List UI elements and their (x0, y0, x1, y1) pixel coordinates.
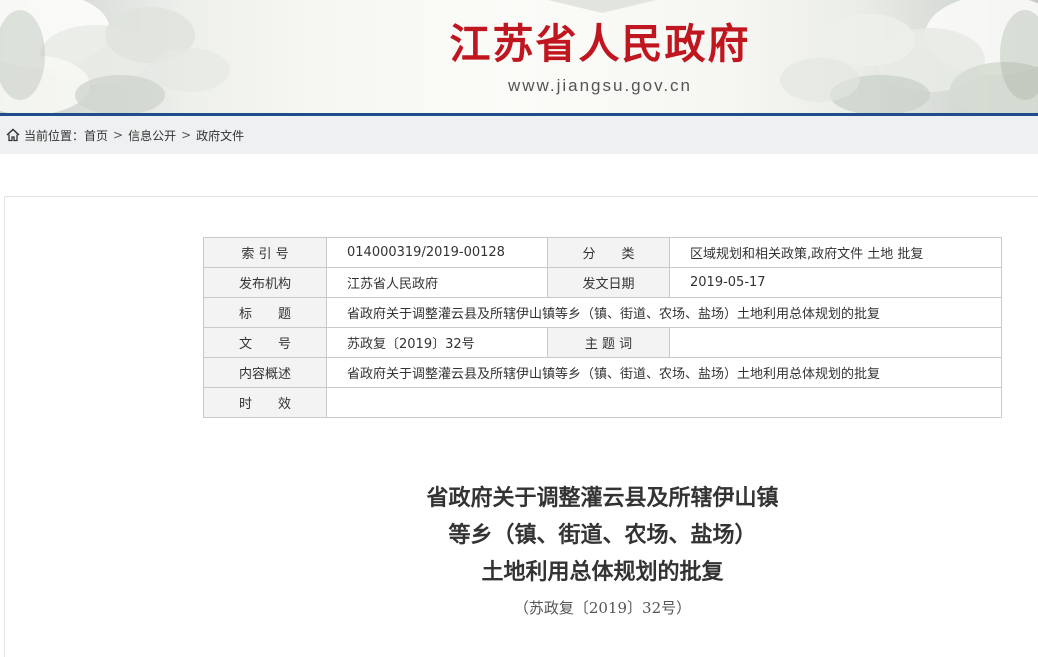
breadcrumb-separator: > (113, 128, 124, 142)
document-number-value: 苏政复〔2019〕32号 (326, 327, 548, 358)
breadcrumb: 当前位置： 首页 > 信息公开 > 政府文件 (0, 116, 1038, 154)
summary-value: 省政府关于调整灌云县及所辖伊山镇等乡（镇、街道、农场、盐场）土地利用总体规划的批… (326, 357, 1002, 388)
publisher-value: 江苏省人民政府 (326, 267, 548, 298)
index-number-label: 索 引 号 (203, 237, 327, 268)
document-number: （苏政复〔2019〕32号） (513, 599, 692, 617)
breadcrumb-info-link[interactable]: 信息公开 (128, 127, 176, 144)
keywords-value (669, 327, 1002, 358)
category-value: 区域规划和相关政策,政府文件 土地 批复 (669, 237, 1002, 268)
table-row: 标 题 省政府关于调整灌云县及所辖伊山镇等乡（镇、街道、农场、盐场）土地利用总体… (203, 297, 1002, 328)
summary-label: 内容概述 (203, 357, 327, 388)
document-number-label: 文 号 (203, 327, 327, 358)
breadcrumb-home-link[interactable]: 首页 (84, 127, 108, 144)
table-row: 发布机构 江苏省人民政府 发文日期 2019-05-17 (203, 267, 1002, 298)
document-title-line: 省政府关于调整灌云县及所辖伊山镇 (426, 485, 779, 511)
breadcrumb-documents-link[interactable]: 政府文件 (196, 127, 244, 144)
banner-notch (548, 0, 656, 13)
table-row: 时 效 (203, 387, 1002, 418)
issue-date-value: 2019-05-17 (669, 267, 1002, 298)
index-number-value: 014000319/2019-00128 (326, 237, 548, 268)
title-value: 省政府关于调整灌云县及所辖伊山镇等乡（镇、街道、农场、盐场）土地利用总体规划的批… (326, 297, 1002, 328)
document-title-line: 等乡（镇、街道、农场、盐场） (448, 522, 757, 548)
document-info-table: 索 引 号 014000319/2019-00128 分 类 区域规划和相关政策… (203, 237, 1002, 418)
breadcrumb-label: 当前位置： (24, 128, 85, 143)
validity-value (326, 387, 1002, 418)
validity-label: 时 效 (203, 387, 327, 418)
site-banner: 江苏省人民政府 www.jiangsu.gov.cn (0, 0, 1038, 113)
site-url: www.jiangsu.gov.cn (507, 76, 693, 95)
table-row: 索 引 号 014000319/2019-00128 分 类 区域规划和相关政策… (203, 237, 1002, 268)
table-row: 文 号 苏政复〔2019〕32号 主 题 词 (203, 327, 1002, 358)
home-icon[interactable] (6, 128, 20, 142)
breadcrumb-separator: > (181, 128, 192, 142)
keywords-label: 主 题 词 (547, 327, 670, 358)
site-title: 江苏省人民政府 (449, 20, 751, 68)
table-row: 内容概述 省政府关于调整灌云县及所辖伊山镇等乡（镇、街道、农场、盐场）土地利用总… (203, 357, 1002, 388)
issue-date-label: 发文日期 (547, 267, 670, 298)
title-label: 标 题 (203, 297, 327, 328)
category-label: 分 类 (547, 237, 670, 268)
publisher-label: 发布机构 (203, 267, 327, 298)
document-title-line: 土地利用总体规划的批复 (481, 559, 724, 585)
document-title: 省政府关于调整灌云县及所辖伊山镇 等乡（镇、街道、农场、盐场） 土地利用总体规划… (300, 480, 905, 591)
